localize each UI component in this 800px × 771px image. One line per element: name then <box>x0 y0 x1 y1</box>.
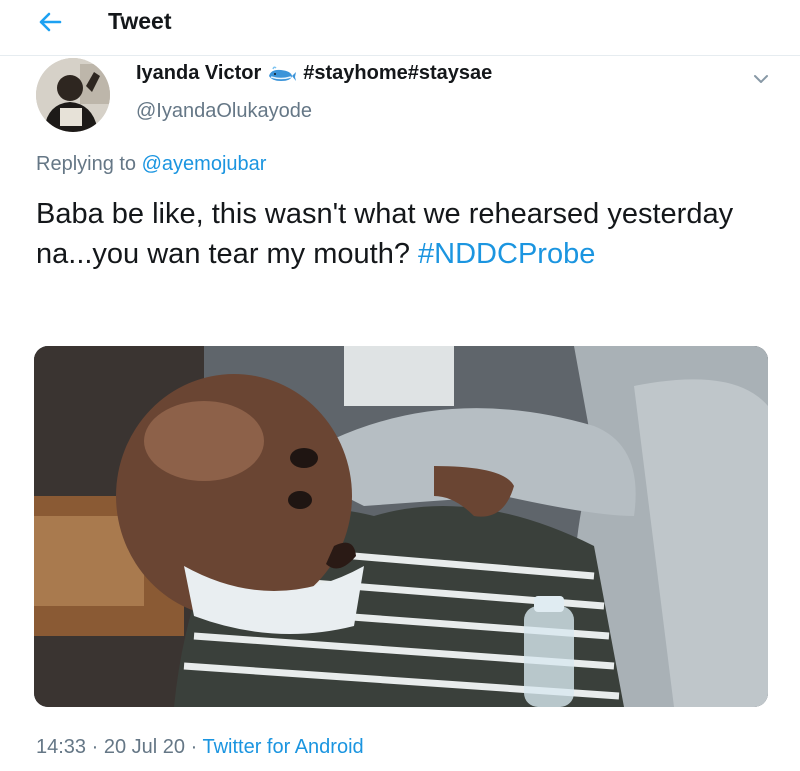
tweet-time: 14:33 <box>36 736 87 758</box>
avatar[interactable] <box>36 58 110 132</box>
tweet-meta: 14:33 · 20 Jul 20 · Twitter for Android <box>36 736 364 759</box>
meta-separator: · <box>190 736 198 758</box>
tweet-text: Baba be like, this wasn't what we rehear… <box>36 194 776 274</box>
tweet-body: Baba be like, this wasn't what we rehear… <box>36 198 734 270</box>
replying-to-line: Replying to @ayemojubar <box>36 153 266 176</box>
more-options-button[interactable] <box>748 66 774 92</box>
page-title: Tweet <box>108 8 172 34</box>
meta-separator: · <box>91 736 99 758</box>
author-name-line[interactable]: Iyanda Victor #stayhome#staysae <box>136 62 492 85</box>
replying-to-label: Replying to <box>36 153 137 175</box>
media-photo <box>34 346 768 707</box>
avatar-photo <box>36 58 110 132</box>
header-divider <box>0 55 800 56</box>
chevron-down-icon <box>754 75 768 83</box>
author-display-name: Iyanda Victor <box>136 62 262 84</box>
back-button[interactable] <box>30 6 70 38</box>
whale-icon <box>269 65 297 81</box>
back-arrow-icon <box>39 12 62 32</box>
top-bar: Tweet <box>0 0 800 48</box>
tweet-source-link[interactable]: Twitter for Android <box>202 736 363 758</box>
tweet-media-image[interactable] <box>34 346 768 707</box>
author-handle[interactable]: @IyandaOlukayode <box>136 100 312 123</box>
author-name-suffix: #stayhome#staysae <box>303 62 493 84</box>
hashtag-link[interactable]: #NDDCProbe <box>418 234 595 274</box>
tweet-date: 20 Jul 20 <box>103 736 186 758</box>
reply-mention-link[interactable]: @ayemojubar <box>142 153 267 175</box>
